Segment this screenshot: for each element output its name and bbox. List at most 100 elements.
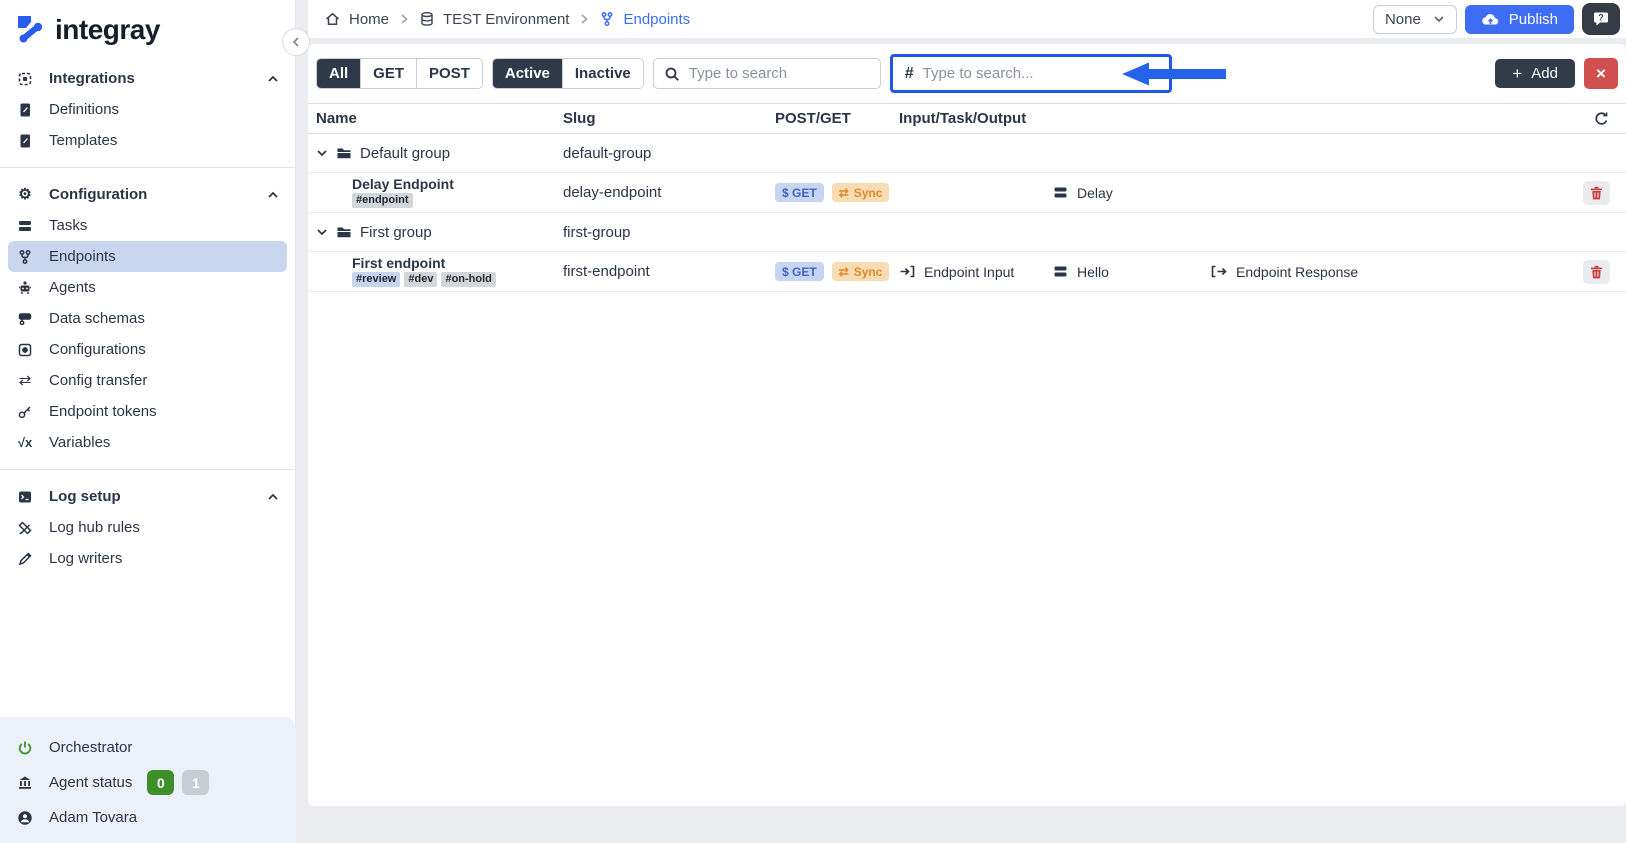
item-label: Tasks	[49, 217, 88, 234]
chevron-up-icon	[267, 75, 279, 83]
method-badges: $ GET ⇄ Sync	[775, 262, 899, 281]
endpoint-name-link[interactable]: Delay Endpoint	[352, 177, 563, 191]
section-label: Configuration	[49, 186, 148, 203]
sync-icon: ⇄	[838, 185, 849, 200]
svg-text:?: ?	[1598, 13, 1604, 23]
group-toggle[interactable]: First group	[316, 224, 563, 241]
output-cell[interactable]: Endpoint Response	[1211, 264, 1550, 280]
refresh-button[interactable]	[1593, 111, 1610, 127]
task-cell[interactable]: Delay	[1053, 185, 1211, 201]
group-name-label: First group	[360, 223, 432, 241]
breadcrumb-endpoints[interactable]: Endpoints	[599, 11, 690, 28]
table-header: Name Slug POST/GET Input/Task/Output	[308, 103, 1626, 134]
search-input[interactable]	[688, 65, 870, 82]
sidebar-item-endpoint-tokens[interactable]: Endpoint tokens	[0, 396, 295, 427]
column-header-post-get: POST/GET	[775, 110, 851, 127]
tag-search-input[interactable]	[922, 65, 1134, 82]
group-name-label: Default group	[360, 144, 451, 162]
breadcrumb-environment[interactable]: TEST Environment	[419, 11, 569, 28]
tag-chip: #on-hold	[441, 272, 496, 287]
filter-post-button[interactable]: POST	[417, 59, 482, 88]
agents-icon	[16, 280, 34, 296]
endpoints-icon	[599, 11, 615, 27]
sync-badge: ⇄ Sync	[831, 183, 890, 202]
agent-status-label: Agent status	[49, 774, 133, 791]
search-box	[652, 58, 881, 89]
sync-icon: ⇄	[838, 264, 849, 279]
main-area: Home TEST Environment Endpoints None Pub…	[308, 0, 1626, 843]
folder-icon	[336, 225, 352, 239]
output-label: Endpoint Response	[1236, 263, 1359, 280]
filter-inactive-button[interactable]: Inactive	[562, 59, 643, 88]
agent-status-item[interactable]: Agent status 0 1	[0, 765, 296, 800]
chevron-left-icon	[291, 36, 301, 48]
sidebar-item-config-transfer[interactable]: ⇄ Config transfer	[0, 365, 295, 396]
sidebar-item-log-writers[interactable]: Log writers	[0, 543, 295, 574]
chevron-right-icon	[399, 13, 409, 25]
sidebar-item-log-hub-rules[interactable]: Log hub rules	[0, 512, 295, 543]
section-label: Integrations	[49, 70, 135, 87]
get-badge: $ GET	[775, 262, 824, 281]
table-row-endpoint: Delay Endpoint #endpoint delay-endpoint …	[308, 173, 1626, 213]
item-label: Config transfer	[49, 372, 148, 389]
version-select[interactable]: None	[1372, 4, 1457, 34]
add-endpoint-button[interactable]: + Add	[1495, 59, 1575, 88]
agent-status-icon	[16, 775, 34, 791]
filter-all-button[interactable]: All	[317, 59, 362, 88]
breadcrumb-home[interactable]: Home	[324, 11, 389, 28]
sidebar-item-definitions[interactable]: Definitions	[0, 94, 295, 125]
input-icon	[899, 264, 915, 279]
item-label: Endpoints	[49, 248, 116, 265]
filter-active-button[interactable]: Active	[492, 59, 563, 88]
sidebar-item-configurations[interactable]: Configurations	[0, 334, 295, 365]
help-chat-button[interactable]: ?	[1582, 3, 1620, 35]
method-filter-group: All GET POST	[316, 58, 483, 89]
sync-badge: ⇄ Sync	[831, 262, 890, 281]
user-name: Adam Tovara	[49, 809, 138, 826]
sidebar-item-templates[interactable]: Templates	[0, 125, 295, 156]
user-menu-item[interactable]: Adam Tovara	[0, 800, 296, 835]
sidebar-section-integrations[interactable]: Integrations	[0, 63, 295, 94]
trash-icon	[1590, 186, 1603, 200]
sidebar-section-log-setup[interactable]: Log setup	[0, 481, 295, 512]
integray-logo-icon	[14, 13, 48, 47]
sidebar-item-data-schemas[interactable]: Data schemas	[0, 303, 295, 334]
pencil-icon	[16, 551, 34, 567]
publish-label: Publish	[1508, 10, 1558, 28]
item-label: Definitions	[49, 101, 120, 118]
app-logo[interactable]: integray	[0, 0, 295, 47]
breadcrumb-label: TEST Environment	[443, 10, 570, 28]
filter-get-button[interactable]: GET	[361, 59, 418, 88]
sidebar-collapse-button[interactable]	[282, 28, 310, 56]
chevron-down-icon	[1433, 15, 1445, 23]
annotation-arrow-left	[1122, 60, 1226, 88]
task-icon	[1053, 264, 1068, 279]
group-toggle[interactable]: Default group	[316, 145, 563, 162]
sidebar-item-tasks[interactable]: Tasks	[0, 210, 295, 241]
data-schemas-icon	[16, 311, 34, 327]
search-icon	[664, 66, 680, 82]
column-header-name: Name	[316, 110, 357, 127]
sidebar-item-agents[interactable]: Agents	[0, 272, 295, 303]
orchestrator-item[interactable]: Orchestrator	[0, 730, 296, 765]
output-icon	[1211, 264, 1227, 279]
gear-icon: ⚙	[18, 186, 32, 203]
publish-button[interactable]: Publish	[1464, 4, 1574, 34]
input-cell[interactable]: Endpoint Input	[899, 264, 1053, 280]
sidebar-item-endpoints[interactable]: Endpoints	[8, 241, 287, 272]
delete-endpoint-button[interactable]	[1583, 180, 1610, 205]
sidebar-section-configuration[interactable]: ⚙ Configuration	[0, 179, 295, 210]
breadcrumb-label: Home	[349, 10, 390, 28]
chevron-down-icon	[316, 228, 328, 236]
sidebar-nav: Integrations Definitions Templates ⚙ Con…	[0, 47, 295, 574]
sidebar-item-variables[interactable]: √x Variables	[0, 427, 295, 458]
task-cell[interactable]: Hello	[1053, 264, 1211, 280]
config-transfer-icon: ⇄	[18, 372, 32, 389]
input-label: Endpoint Input	[924, 263, 1015, 280]
plus-icon: +	[1512, 64, 1523, 83]
endpoint-slug: first-endpoint	[563, 263, 650, 280]
endpoint-name-link[interactable]: First endpoint	[352, 256, 563, 270]
close-filters-button[interactable]: ×	[1584, 58, 1618, 89]
delete-endpoint-button[interactable]	[1583, 259, 1610, 284]
task-icon	[1053, 185, 1068, 200]
